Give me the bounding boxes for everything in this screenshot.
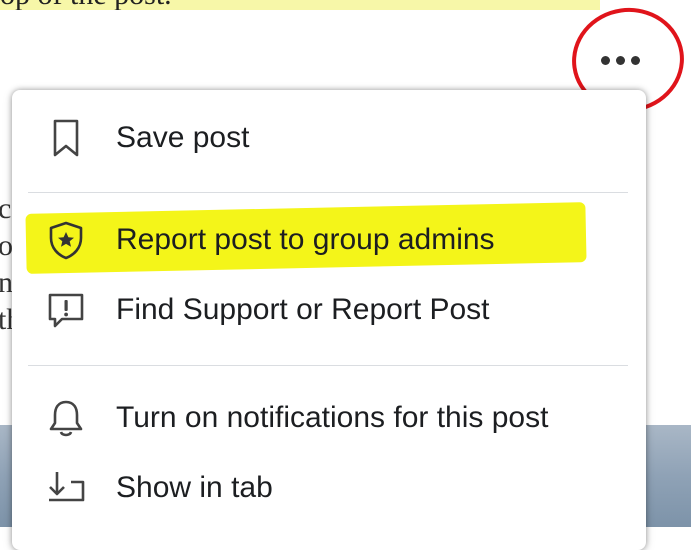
arrow-in-tab-icon <box>44 466 88 510</box>
menu-item-report-to-admins[interactable]: Report post to group admins <box>12 210 646 270</box>
bell-icon <box>44 396 88 440</box>
menu-item-label: Turn on notifications for this post <box>116 401 549 434</box>
menu-item-label: Show in tab <box>116 471 273 504</box>
menu-item-save-post[interactable]: Save post <box>12 108 646 168</box>
menu-item-label: Find Support or Report Post <box>116 293 490 326</box>
shield-star-icon <box>44 218 88 262</box>
top-caption-strip: op of the post. <box>0 0 600 10</box>
bookmark-icon <box>44 116 88 160</box>
more-horizontal-icon-dot <box>615 55 625 65</box>
top-caption: op of the post. <box>0 0 172 10</box>
post-options-menu: Save post Report post to group admins Fi… <box>12 90 646 550</box>
menu-item-label: Save post <box>116 121 250 154</box>
menu-item-show-in-tab[interactable]: Show in tab <box>12 458 646 518</box>
report-alert-icon <box>44 288 88 332</box>
more-horizontal-icon-dot <box>630 55 640 65</box>
menu-divider <box>28 192 628 193</box>
menu-divider <box>28 365 628 366</box>
menu-item-find-support[interactable]: Find Support or Report Post <box>12 280 646 340</box>
more-horizontal-icon <box>600 55 610 65</box>
menu-item-notifications[interactable]: Turn on notifications for this post <box>12 388 646 448</box>
more-options-button[interactable] <box>580 40 660 80</box>
menu-item-label: Report post to group admins <box>116 223 495 256</box>
